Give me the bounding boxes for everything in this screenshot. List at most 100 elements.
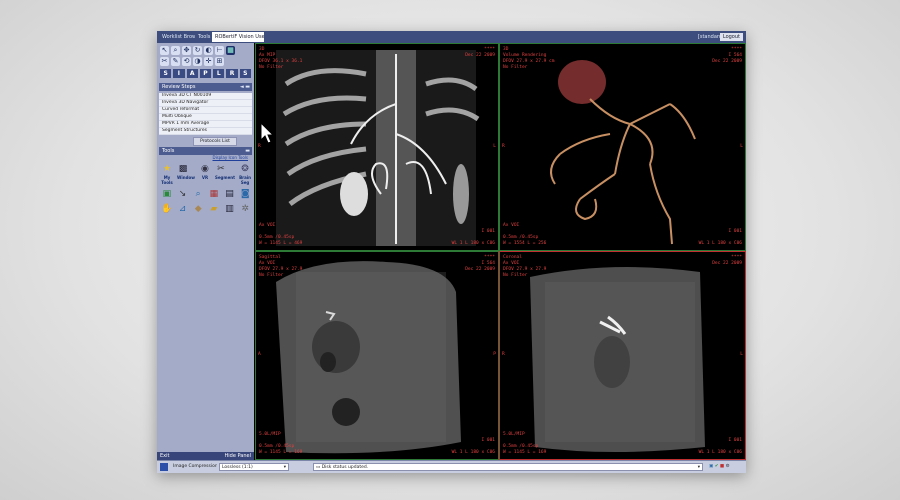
review-step-item[interactable]: Curved reformat xyxy=(159,107,252,114)
review-step-item[interactable]: Inveva 3D Navigator xyxy=(159,100,252,107)
folder-icon[interactable]: ▰ xyxy=(208,203,220,215)
vr-icon: ◉ xyxy=(201,164,209,174)
alert-icon[interactable]: ■ xyxy=(720,464,724,469)
arrow-icon[interactable]: ↘ xyxy=(177,188,189,200)
hand-icon[interactable]: ✋ xyxy=(161,203,173,215)
segment-tool[interactable]: ✂ Segment xyxy=(215,163,235,185)
measure-icon[interactable]: ⊢ xyxy=(215,46,224,55)
overlay-bottom-left: 5.0L/MIP 0.5mm /0.45sp W = 1145 L = 169 xyxy=(259,432,303,455)
viewport-sagittal[interactable]: Sagittal Ax VOI DFOV 27.9 x 27.9 No Filt… xyxy=(255,251,499,460)
letter-i[interactable]: I xyxy=(173,69,185,78)
gear-icon[interactable]: ✲ xyxy=(239,203,251,215)
exit-button[interactable]: Exit xyxy=(160,452,169,460)
viewport-3d-mip[interactable]: 3D Ax MIP DFOV 36.1 x 36.1 No Filter ***… xyxy=(255,43,499,251)
left-panel: ↖ ⌕ ✥ ↻ ◐ ⊢ ▦ ✂ ✎ ⟲ ◑ ✛ ⊞ S I A P L R S … xyxy=(157,43,254,460)
annotate-icon[interactable]: ✎ xyxy=(171,57,180,66)
star-icon: ★ xyxy=(162,164,172,174)
crosshair-icon[interactable]: ✛ xyxy=(204,57,213,66)
orientation-left: A xyxy=(258,352,261,357)
compression-select[interactable]: Lossless (1:1) ▾ xyxy=(219,463,289,471)
monitor-icon[interactable] xyxy=(160,463,168,471)
check-icon[interactable]: ✔ xyxy=(715,464,719,469)
letter-s2[interactable]: S xyxy=(239,69,251,78)
chevron-down-icon: ▾ xyxy=(283,465,286,470)
viewport-coronal[interactable]: Coronal Ax VOI DFOV 27.9 x 27.9 No Filte… xyxy=(499,251,746,460)
my-tools-item[interactable]: ★ My Tools xyxy=(161,163,173,185)
review-steps-list: Inveva 3D CT N00109 Inveva 3D Navigator … xyxy=(159,93,252,135)
rotate-icon[interactable]: ↻ xyxy=(193,46,202,55)
color-map-icon[interactable]: ▦ xyxy=(208,188,220,200)
review-step-item[interactable]: Multi Oblique xyxy=(159,114,252,121)
toolbar-row-2: ✂ ✎ ⟲ ◑ ✛ ⊞ xyxy=(160,57,251,68)
chevron-down-icon[interactable]: ▾ xyxy=(698,464,700,470)
volume-rendering-image xyxy=(550,60,696,245)
tools-row: ▣ ↘ ⌕ ▦ ▤ ◙ xyxy=(161,188,251,200)
tab-worklist-browser[interactable]: Worklist Browser xyxy=(159,32,195,42)
overlay-bottom-right: I 001 WL 1 L 180 x C06 xyxy=(451,438,495,455)
overlay-top-left: 3D Ax MIP DFOV 36.1 x 36.1 No Filter xyxy=(259,47,303,70)
overlay-top-right: **** Dec 22 2009 xyxy=(712,255,742,266)
window-tool[interactable]: ▩ Window xyxy=(177,163,195,185)
status-message-field: ▭ Disk status updated. ▾ xyxy=(313,463,703,471)
settings-icon[interactable]: ⚙ xyxy=(726,464,730,469)
tools-row: ✋ ⊿ ◆ ▰ ▥ ✲ xyxy=(161,203,251,215)
orientation-left: R xyxy=(502,352,505,357)
review-step-item[interactable]: Inveva 3D CT N00109 xyxy=(159,93,252,100)
compression-value: Lossless (1:1) xyxy=(222,465,253,470)
invert-icon[interactable]: ◑ xyxy=(193,57,202,66)
coronal-image xyxy=(530,267,705,452)
tray-icons: ▣ ✔ ■ ⚙ xyxy=(709,463,743,471)
logout-button[interactable]: Logout xyxy=(719,33,743,41)
hide-panel-button[interactable]: Hide Panel xyxy=(225,452,251,460)
cut-icon[interactable]: ✂ xyxy=(160,57,169,66)
orientation-right: P xyxy=(493,352,496,357)
grid-icon[interactable]: ⊞ xyxy=(215,57,224,66)
window-level-icon: ▩ xyxy=(178,164,188,174)
ruler-icon[interactable]: ⊿ xyxy=(177,203,189,215)
tool-label: VR xyxy=(201,175,209,180)
review-steps-header[interactable]: Review Steps ◄ ▬ xyxy=(159,83,252,91)
protocols-list-button[interactable]: Protocols List xyxy=(193,137,237,146)
vr-tool[interactable]: ◉ VR xyxy=(199,163,211,185)
cube-icon[interactable]: ◆ xyxy=(192,203,204,215)
layout-icon[interactable]: ▦ xyxy=(226,46,235,55)
segment-icon: ✂ xyxy=(217,164,225,174)
overlay-bottom-right: I 001 WL 1 L 180 x C06 xyxy=(698,229,742,246)
pan-icon[interactable]: ✥ xyxy=(182,46,191,55)
orientation-right: L xyxy=(740,144,743,149)
layout-letters: S I A P L R S xyxy=(160,69,251,79)
film-icon[interactable]: ▤ xyxy=(224,188,236,200)
letter-p[interactable]: P xyxy=(199,69,212,78)
letter-a[interactable]: A xyxy=(186,69,198,78)
review-step-item[interactable]: MPVR 1 mm Average xyxy=(159,121,252,128)
tools-header[interactable]: Tools ▬ xyxy=(159,147,252,155)
orientation-right: L xyxy=(740,352,743,357)
overlay-top-left: Coronal Ax VOI DFOV 27.9 x 27.9 No Filte… xyxy=(503,255,547,278)
zoom-icon[interactable]: ⌕ xyxy=(192,188,204,200)
collapse-icon[interactable]: ▬ xyxy=(245,147,250,155)
overlay-bottom-right: I 001 WL 1 L 180 x C06 xyxy=(451,229,495,246)
orientation-left: R xyxy=(502,144,505,149)
tab-patient[interactable]: ROBertiF Vision User Entry L xyxy=(212,32,264,42)
letter-s[interactable]: S xyxy=(160,69,172,78)
letter-r[interactable]: R xyxy=(226,69,238,78)
tab-tools[interactable]: Tools xyxy=(195,32,211,42)
collapse-icon[interactable]: ◄ ▬ xyxy=(240,83,250,91)
letter-l[interactable]: L xyxy=(213,69,225,78)
network-icon[interactable]: ▣ xyxy=(709,464,713,469)
print-icon[interactable]: ▥ xyxy=(224,203,236,215)
display-icon-tools-link[interactable]: Display Icon Tools xyxy=(212,155,248,160)
viewport-volume-rendering[interactable]: 3D Volume Rendering DFOV 27.9 x 27.9 cm … xyxy=(499,43,746,251)
sagittal-image xyxy=(276,261,461,454)
zoom-icon[interactable]: ⌕ xyxy=(171,46,180,55)
camera-icon[interactable]: ◙ xyxy=(239,188,251,200)
reset-icon[interactable]: ⟲ xyxy=(182,57,191,66)
arrow-icon[interactable]: ↖ xyxy=(160,46,169,55)
overlay-top-left: Sagittal Ax VOI DFOV 27.9 x 27.9 No Filt… xyxy=(259,255,303,278)
brain-seg-tool[interactable]: ❂ Brain Seg xyxy=(239,163,251,185)
image-icon[interactable]: ▣ xyxy=(161,188,173,200)
window-level-icon[interactable]: ◐ xyxy=(204,46,213,55)
tools-title: Tools xyxy=(162,148,175,154)
review-step-item[interactable]: Segment Structures xyxy=(159,128,252,135)
brain-icon: ❂ xyxy=(241,164,249,174)
